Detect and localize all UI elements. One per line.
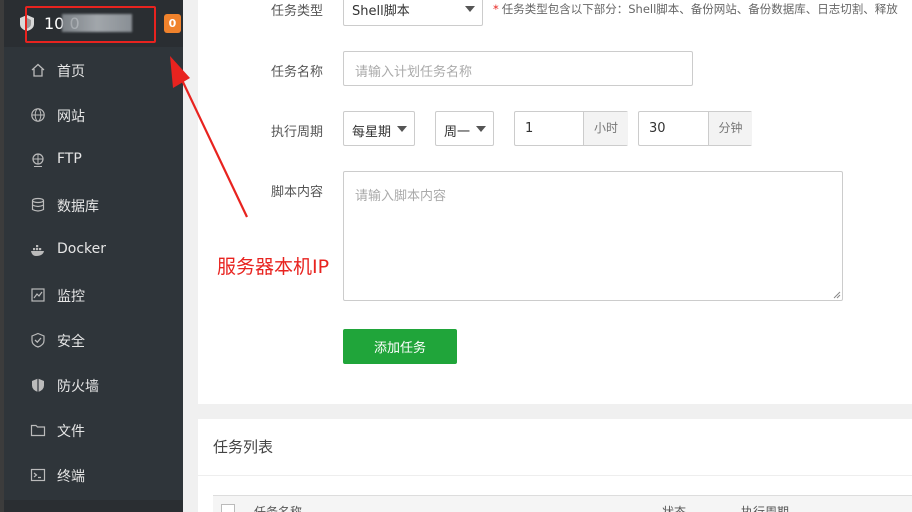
- task-type-hint: * 任务类型包含以下部分：Shell脚本、备份网站、备份数据库、日志切割、释放: [493, 1, 898, 17]
- sidebar-item-website[interactable]: 网站: [4, 93, 183, 138]
- hour-unit: 小时: [583, 112, 628, 145]
- docker-icon: [31, 245, 44, 256]
- ip-highlight-box: [25, 6, 156, 43]
- sidebar-item-home[interactable]: 首页: [4, 48, 183, 93]
- task-type-select[interactable]: Shell脚本: [343, 0, 483, 26]
- resize-handle-icon[interactable]: [832, 290, 841, 299]
- annotation-label: 服务器本机IP: [217, 256, 330, 278]
- add-task-button[interactable]: 添加任务: [343, 329, 457, 364]
- script-label: 脚本内容: [271, 185, 324, 200]
- sidebar-item-label: 数据库: [57, 199, 99, 215]
- weekday-select[interactable]: 周一: [435, 111, 494, 146]
- sidebar-item-label: FTP: [57, 151, 82, 167]
- database-icon: [31, 197, 45, 212]
- sidebar-item-ftp[interactable]: FTP: [4, 138, 183, 183]
- ftp-globe-icon: [32, 153, 44, 167]
- minute-input[interactable]: 30 分钟: [638, 111, 752, 146]
- sidebar-item-label: 安全: [57, 334, 85, 350]
- monitor-chart-icon: [31, 288, 45, 302]
- task-name-input[interactable]: 请输入计划任务名称: [343, 51, 693, 86]
- firewall-shield-icon: [32, 378, 44, 392]
- sidebar-item-label: 终端: [57, 469, 85, 485]
- sidebar-item-docker[interactable]: Docker: [4, 228, 183, 273]
- sidebar-item-label: 网站: [57, 109, 85, 125]
- sidebar-item-monitor[interactable]: 监控: [4, 273, 183, 318]
- cycle-label: 执行周期: [271, 125, 324, 140]
- sidebar-item-files[interactable]: 文件: [4, 408, 183, 453]
- sidebar: 10 0 0 首页 网站 FTP 数据库 Docker 监控 安全 防火墙: [0, 0, 183, 512]
- sidebar-item-database[interactable]: 数据库: [4, 183, 183, 228]
- terminal-icon: [30, 468, 46, 482]
- sidebar-item-label: 监控: [57, 289, 85, 305]
- globe-icon: [31, 108, 45, 122]
- cycle-type-value: 每星期: [352, 125, 392, 140]
- task-type-label: 任务类型: [271, 4, 324, 19]
- sidebar-item-label: 首页: [57, 64, 85, 80]
- column-header[interactable]: 任务名称: [254, 503, 302, 512]
- sidebar-item-terminal[interactable]: 终端: [4, 453, 183, 498]
- chevron-down-icon: [397, 126, 407, 132]
- column-header[interactable]: 状态: [662, 503, 686, 512]
- task-type-hint-text: 任务类型包含以下部分：Shell脚本、备份网站、备份数据库、日志切割、释放: [501, 2, 898, 16]
- hour-input[interactable]: 1 小时: [514, 111, 628, 146]
- task-name-placeholder: 请输入计划任务名称: [355, 65, 473, 80]
- task-table-header: 任务名称 状态 执行周期: [213, 495, 912, 512]
- script-textarea[interactable]: 请输入脚本内容: [343, 171, 843, 301]
- column-header[interactable]: 执行周期: [741, 503, 789, 512]
- required-star: *: [493, 2, 499, 16]
- weekday-value: 周一: [444, 125, 471, 140]
- cycle-type-select[interactable]: 每星期: [343, 111, 415, 146]
- script-placeholder: 请输入脚本内容: [355, 189, 447, 204]
- task-name-label: 任务名称: [271, 65, 324, 80]
- select-all-checkbox[interactable]: [221, 504, 235, 512]
- minute-value: 30: [649, 121, 666, 136]
- hour-value: 1: [525, 121, 534, 136]
- task-list-panel: 任务列表 任务名称 状态 执行周期: [198, 419, 912, 512]
- annotation-arrow: [170, 56, 248, 218]
- message-count-badge[interactable]: 0: [164, 14, 181, 33]
- chevron-down-icon: [476, 126, 486, 132]
- task-type-value: Shell脚本: [352, 4, 410, 19]
- sidebar-item-label: 文件: [57, 424, 85, 440]
- task-list-title: 任务列表: [213, 438, 274, 456]
- sidebar-item-label: Docker: [57, 241, 107, 257]
- sidebar-footer: [4, 500, 183, 512]
- sidebar-item-security[interactable]: 安全: [4, 318, 183, 363]
- divider: [198, 475, 912, 476]
- home-icon: [31, 63, 45, 77]
- sidebar-item-label: 防火墙: [57, 379, 99, 395]
- folder-icon: [30, 424, 46, 437]
- sidebar-item-firewall[interactable]: 防火墙: [4, 363, 183, 408]
- minute-unit: 分钟: [708, 112, 752, 145]
- chevron-down-icon: [465, 6, 475, 12]
- shield-check-icon: [31, 332, 45, 348]
